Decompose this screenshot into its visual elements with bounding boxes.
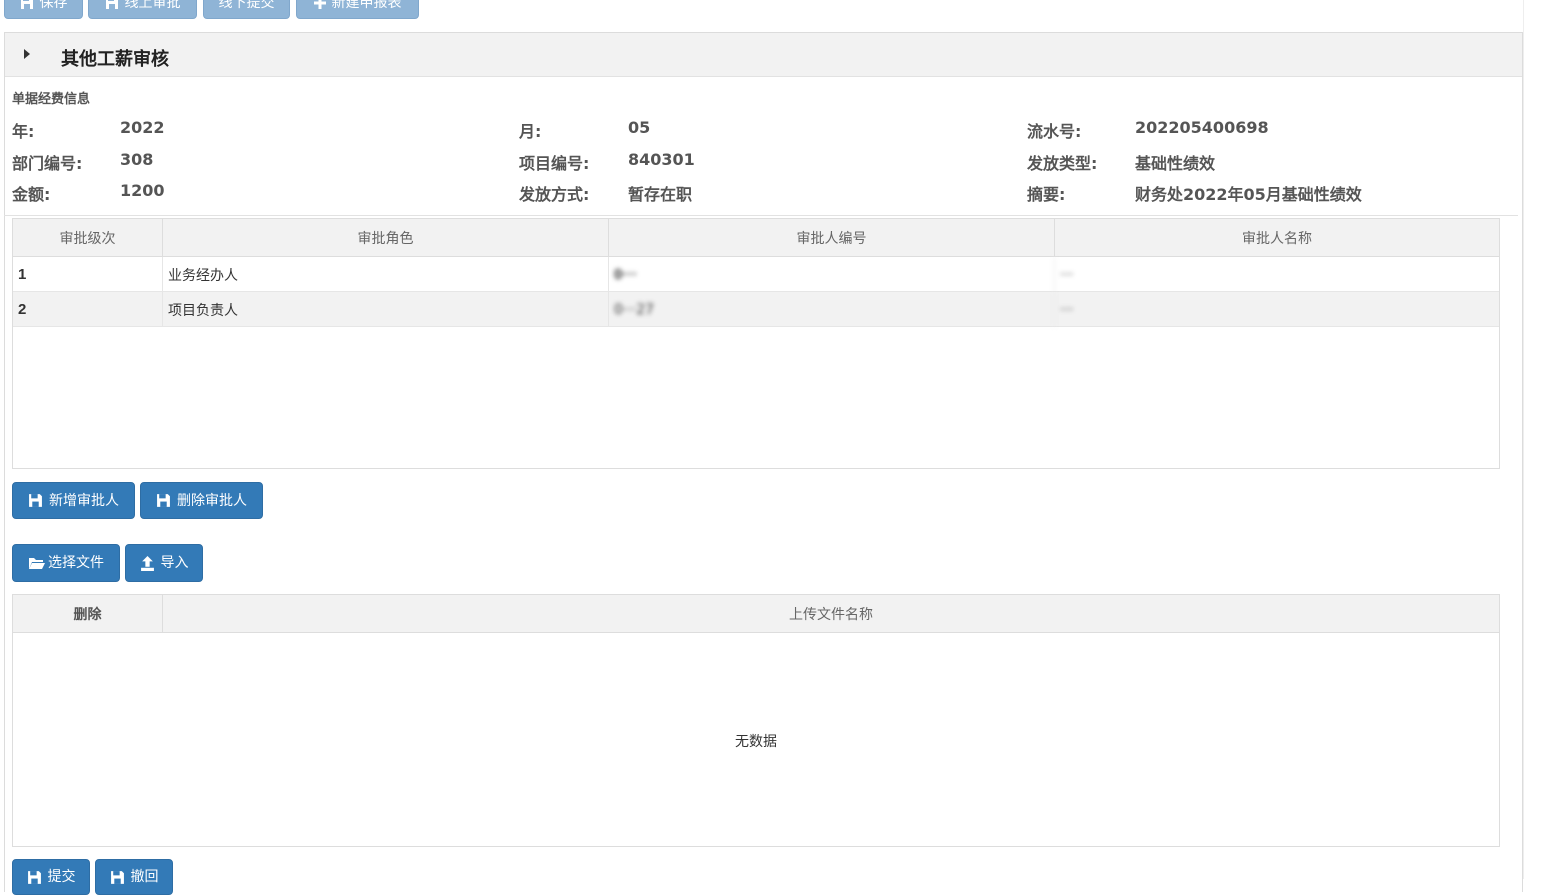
save-button-label: 保存	[39, 0, 68, 11]
table-row[interactable]: 1 业务经办人 0··· ···	[13, 257, 1499, 292]
add-approver-label: 新增审批人	[49, 492, 119, 509]
floppy-disk-icon	[157, 494, 170, 507]
year-label: 年:	[12, 122, 35, 141]
approval-table-header: 审批级次 审批角色 审批人编号 审批人名称	[13, 219, 1499, 257]
column-header[interactable]: 审批级次	[13, 219, 163, 257]
pay-method-label: 发放方式:	[519, 185, 590, 204]
page-edge-line	[1523, 0, 1524, 879]
add-approver-button[interactable]: 新增审批人	[12, 482, 135, 519]
column-header[interactable]: 上传文件名称	[163, 595, 1499, 633]
level-cell: 1	[13, 257, 163, 292]
file-table-header: 删除 上传文件名称	[13, 595, 1499, 633]
month-value: 05	[628, 118, 651, 137]
dept-value: 308	[120, 150, 154, 169]
new-report-button[interactable]: 新建申报表	[296, 0, 419, 19]
approver-id-cell: 0···27	[609, 292, 1055, 327]
submit-label: 提交	[47, 869, 76, 885]
role-cell: 业务经办人	[163, 257, 609, 292]
floppy-disk-icon	[20, 0, 33, 9]
caret-right-icon[interactable]	[24, 49, 30, 59]
delete-approver-button[interactable]: 删除审批人	[140, 482, 263, 519]
import-button[interactable]: 导入	[125, 544, 203, 582]
online-approve-button[interactable]: 线上审批	[88, 0, 197, 19]
amount-value: 1200	[120, 181, 165, 200]
floppy-disk-icon	[29, 494, 42, 507]
info-divider	[4, 215, 1518, 216]
role-cell: 项目负责人	[163, 292, 609, 327]
panel-header[interactable]	[5, 33, 1522, 77]
submit-button[interactable]: 提交	[12, 859, 90, 895]
offline-submit-button[interactable]: 线下提交	[203, 0, 290, 19]
upload-icon	[140, 555, 154, 571]
choose-file-label: 选择文件	[48, 555, 104, 571]
dept-label: 部门编号:	[12, 154, 83, 173]
column-header[interactable]: 删除	[13, 595, 163, 633]
empty-state-text: 无数据	[735, 734, 777, 750]
offline-submit-label: 线下提交	[218, 0, 275, 11]
pay-method-value: 暂存在职	[628, 185, 693, 204]
column-header[interactable]: 审批人编号	[609, 219, 1055, 257]
table-row[interactable]: 2 项目负责人 0···27 ···	[13, 292, 1499, 327]
level-cell: 2	[13, 292, 163, 327]
summary-value: 财务处2022年05月基础性绩效	[1135, 185, 1362, 204]
delete-approver-label: 删除审批人	[177, 492, 247, 509]
floppy-disk-icon	[110, 870, 124, 884]
file-table: 删除 上传文件名称 无数据	[12, 594, 1500, 847]
project-value: 840301	[628, 150, 695, 169]
plus-icon	[313, 0, 326, 9]
save-button[interactable]: 保存	[4, 0, 83, 19]
choose-file-button[interactable]: 选择文件	[12, 544, 120, 582]
floppy-disk-icon	[27, 870, 41, 884]
approver-id-cell: 0···	[609, 257, 1055, 292]
panel-title: 其他工薪审核	[61, 49, 169, 70]
approval-table: 审批级次 审批角色 审批人编号 审批人名称 1 业务经办人 0··· ··· 2…	[12, 218, 1500, 469]
folder-open-icon	[29, 558, 45, 569]
pay-type-value: 基础性绩效	[1135, 154, 1216, 173]
pay-type-label: 发放类型:	[1027, 154, 1098, 173]
online-approve-label: 线上审批	[124, 0, 181, 11]
withdraw-label: 撤回	[130, 869, 159, 885]
import-label: 导入	[160, 555, 189, 571]
amount-label: 金额:	[12, 185, 51, 204]
floppy-disk-icon	[105, 0, 118, 9]
serial-label: 流水号:	[1027, 122, 1082, 141]
approver-name-cell: ···	[1060, 301, 1074, 318]
serial-value: 202205400698	[1135, 118, 1269, 137]
year-value: 2022	[120, 118, 165, 137]
new-report-label: 新建申报表	[331, 0, 402, 11]
approver-name-cell: ···	[1060, 266, 1074, 283]
section-label: 单据经费信息	[12, 92, 91, 107]
column-header[interactable]: 审批人名称	[1055, 219, 1499, 257]
withdraw-button[interactable]: 撤回	[95, 859, 173, 895]
project-label: 项目编号:	[519, 154, 590, 173]
month-label: 月:	[519, 122, 542, 141]
column-header[interactable]: 审批角色	[163, 219, 609, 257]
summary-label: 摘要:	[1027, 185, 1066, 204]
